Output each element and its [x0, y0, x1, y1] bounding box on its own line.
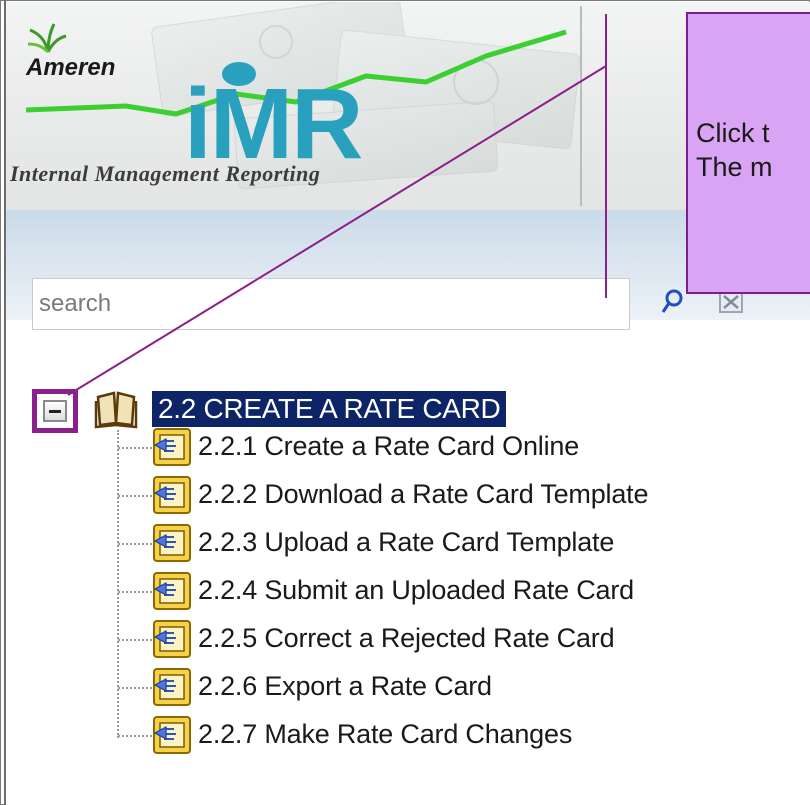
tree-item-label[interactable]: 2.2.6 Export a Rate Card	[198, 669, 492, 703]
tree-connector-branch	[118, 495, 152, 497]
topic-page-icon	[153, 716, 191, 754]
header-divider	[580, 6, 582, 206]
product-logo: iMR	[184, 68, 363, 180]
topic-page-icon	[153, 476, 191, 514]
tree-item-label[interactable]: 2.2.1 Create a Rate Card Online	[198, 429, 579, 463]
topic-page-icon	[153, 524, 191, 562]
tree-item-label[interactable]: 2.2.4 Submit an Uploaded Rate Card	[198, 573, 634, 607]
tree-connector-branch	[118, 735, 152, 737]
brand-name: Ameren	[26, 54, 116, 81]
tree-item-label[interactable]: 2.2.5 Correct a Rejected Rate Card	[198, 621, 615, 655]
search-icon	[661, 289, 683, 313]
ameren-logo-icon	[28, 23, 67, 54]
topic-page-icon	[153, 668, 191, 706]
search-input[interactable]	[32, 278, 630, 330]
tree-connector-branch	[118, 543, 152, 545]
tree-connector-branch	[118, 687, 152, 689]
callout-bubble: Click t The m	[686, 12, 810, 294]
tree-connector-branch	[118, 639, 152, 641]
minus-icon	[43, 400, 67, 422]
callout-text-line-2: The m	[696, 152, 773, 182]
tree-root-selected[interactable]: 2.2 CREATE A RATE CARD	[152, 391, 507, 427]
tree-item-label[interactable]: 2.2.2 Download a Rate Card Template	[198, 477, 648, 511]
tree-item-label[interactable]: 2.2.7 Make Rate Card Changes	[198, 717, 572, 751]
tree-item-label[interactable]: 2.2.3 Upload a Rate Card Template	[198, 525, 614, 559]
topic-page-icon	[153, 620, 191, 658]
tree-connector	[117, 430, 119, 738]
book-icon	[94, 391, 138, 429]
tagline: Internal Management Reporting	[10, 161, 321, 186]
topic-page-icon	[153, 572, 191, 610]
topic-page-icon	[153, 428, 191, 466]
callout-text-line-1: Click t	[696, 118, 770, 148]
collapse-toggle[interactable]	[32, 389, 78, 433]
tree-connector-branch	[118, 447, 152, 449]
tree-connector-branch	[118, 591, 152, 593]
search-button[interactable]	[654, 282, 688, 322]
